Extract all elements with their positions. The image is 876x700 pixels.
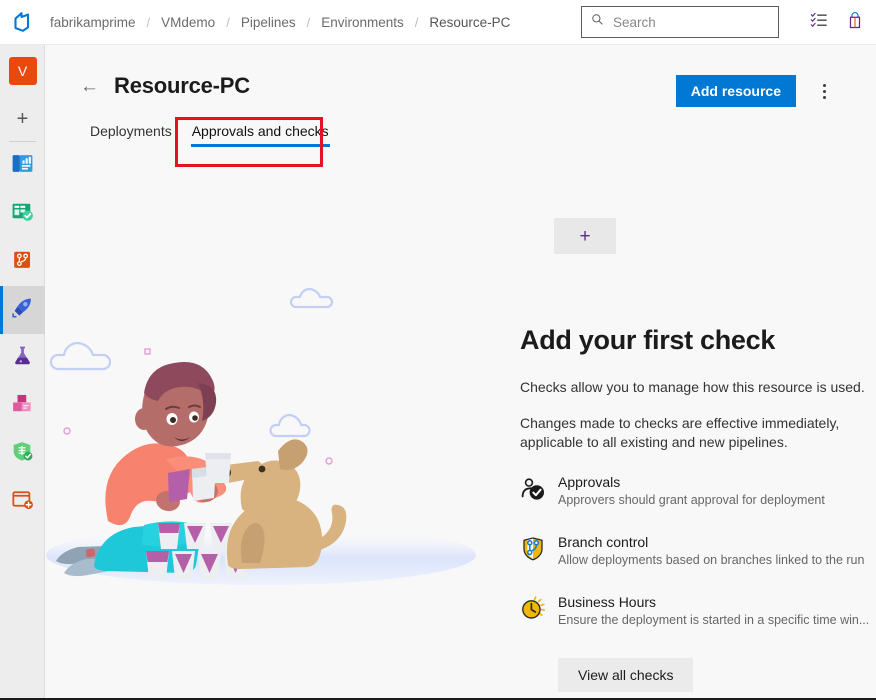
avatar: V — [8, 57, 37, 85]
more-dots — [822, 83, 826, 99]
breadcrumb-item-3[interactable]: Environments — [317, 15, 408, 30]
tab-bar: Deployments Approvals and checks — [80, 117, 339, 147]
app-window: fabrikamprime / VMdemo / Pipelines / Env… — [0, 0, 876, 700]
check-description: Allow deployments based on branches link… — [558, 553, 865, 567]
panel-paragraph-1: Checks allow you to manage how this reso… — [520, 379, 865, 395]
flask-icon — [10, 343, 35, 373]
search-placeholder: Search — [613, 14, 656, 30]
sidebar-item-add-extension[interactable] — [0, 478, 45, 526]
main-content: ← Resource-PC Add resource Deployments A… — [46, 45, 876, 700]
add-card-icon — [10, 487, 35, 517]
shield-check-icon — [10, 439, 35, 469]
sidebar-item-artifacts[interactable] — [0, 382, 45, 430]
list-item-business-hours[interactable]: Business Hours Ensure the deployment is … — [520, 594, 876, 628]
breadcrumb-separator: / — [414, 14, 419, 30]
approvals-person-check-icon — [520, 474, 554, 507]
checklist-icon[interactable] — [810, 11, 828, 34]
breadcrumb-item-1[interactable]: VMdemo — [157, 15, 219, 30]
sidebar-item-boards[interactable] — [0, 190, 45, 238]
plus-icon: + — [579, 225, 591, 247]
check-title: Approvals — [558, 474, 621, 490]
breadcrumb-item-4[interactable]: Resource-PC — [425, 15, 514, 30]
list-item-branch-control[interactable]: Branch control Allow deployments based o… — [520, 534, 876, 568]
more-vertical-icon[interactable] — [810, 75, 838, 107]
panel-heading: Add your first check — [520, 325, 776, 355]
dashboard-icon — [10, 151, 35, 181]
top-navigation-bar: fabrikamprime / VMdemo / Pipelines / Env… — [0, 0, 876, 45]
sidebar-item-pipelines[interactable] — [0, 286, 45, 334]
sidebar-item-create[interactable]: + — [0, 97, 45, 141]
breadcrumb-separator: / — [226, 14, 230, 30]
check-description: Approvers should grant approval for depl… — [558, 493, 825, 507]
shopping-bag-icon[interactable] — [846, 11, 864, 35]
check-title: Business Hours — [558, 594, 657, 610]
azure-devops-logo[interactable] — [0, 0, 46, 45]
sidebar-item-overview[interactable] — [0, 142, 45, 190]
breadcrumb-item-0[interactable]: fabrikamprime — [46, 15, 140, 30]
check-text-block: Approvals Approvers should grant approva… — [554, 474, 825, 508]
breadcrumb-separator: / — [146, 14, 151, 30]
artifacts-boxes-icon — [10, 391, 35, 421]
check-text-block: Business Hours Ensure the deployment is … — [554, 594, 869, 628]
back-arrow-icon[interactable]: ← — [80, 77, 99, 96]
panel-paragraph-2: Changes made to checks are effective imm… — [520, 415, 840, 450]
check-description: Ensure the deployment is started in a sp… — [558, 613, 870, 627]
branch-control-shield-icon — [520, 534, 554, 567]
add-check-button[interactable]: + — [554, 218, 616, 254]
page-header: ← Resource-PC — [80, 73, 250, 99]
breadcrumb: fabrikamprime / VMdemo / Pipelines / Env… — [46, 0, 514, 45]
check-title: Branch control — [558, 534, 649, 550]
check-text-block: Branch control Allow deployments based o… — [554, 534, 864, 568]
empty-state-panel: Add your first check Checks allow you to… — [520, 325, 876, 692]
breadcrumb-item-2[interactable]: Pipelines — [237, 15, 300, 30]
left-navigation-rail: V + — [0, 45, 45, 700]
boards-icon — [10, 199, 35, 229]
sidebar-item-security[interactable] — [0, 430, 45, 478]
check-type-list: Approvals Approvers should grant approva… — [520, 474, 876, 628]
tab-deployments[interactable]: Deployments — [80, 117, 182, 147]
breadcrumb-separator: / — [306, 14, 311, 30]
business-hours-clock-icon — [520, 594, 554, 627]
view-all-checks-button[interactable]: View all checks — [558, 658, 694, 692]
pipelines-rocket-icon — [10, 295, 35, 325]
topbar-action-icons — [810, 0, 864, 45]
add-resource-button[interactable]: Add resource — [675, 75, 796, 107]
sidebar-item-repos[interactable] — [0, 238, 45, 286]
sidebar-item-avatar[interactable]: V — [0, 45, 45, 97]
page-title: Resource-PC — [114, 73, 250, 98]
plus-icon: + — [16, 108, 29, 130]
tab-approvals-and-checks[interactable]: Approvals and checks — [182, 117, 339, 147]
sidebar-item-test-plans[interactable] — [0, 334, 45, 382]
search-input[interactable]: Search — [581, 6, 779, 38]
empty-state-illustration — [46, 273, 516, 608]
list-item-approvals[interactable]: Approvals Approvers should grant approva… — [520, 474, 876, 508]
repos-icon — [10, 247, 35, 277]
search-icon — [591, 13, 604, 31]
